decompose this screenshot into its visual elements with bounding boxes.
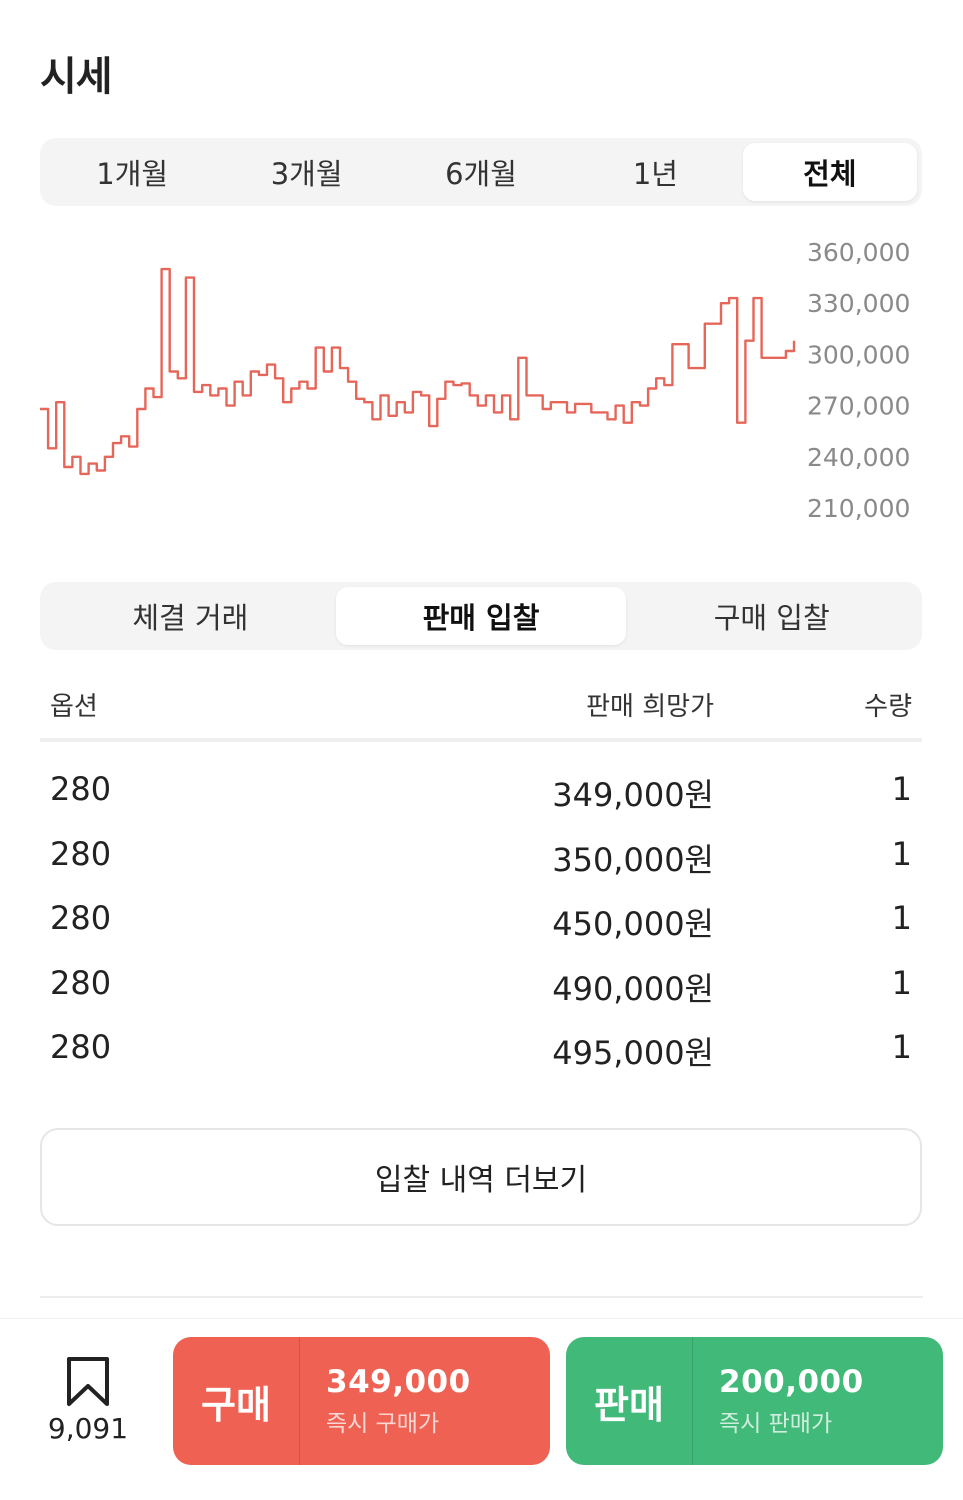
sell-label: 판매 xyxy=(594,1382,664,1427)
sell-sub-label: 즉시 판매가 xyxy=(719,1411,833,1437)
bid-table-rows: 280 349,000원 1 280 350,000원 1 280 450,00… xyxy=(40,758,922,1081)
page-title: 시세 xyxy=(40,54,113,100)
tab-all[interactable]: 전체 xyxy=(742,143,918,201)
table-row: 280 495,000원 1 xyxy=(40,1016,922,1081)
buy-price: 349,000 xyxy=(326,1364,471,1400)
sell-button[interactable]: 판매 200,000 즉시 판매가 xyxy=(566,1337,943,1465)
header-qty: 수량 xyxy=(864,692,912,722)
tab-buy-bids[interactable]: 구매 입찰 xyxy=(626,587,917,645)
buy-button[interactable]: 구매 349,000 즉시 구매가 xyxy=(173,1337,550,1465)
cell-price: 350,000원 xyxy=(552,840,714,879)
y-tick-label: 210,000 xyxy=(807,494,910,523)
tab-6-months[interactable]: 6개월 xyxy=(394,143,568,201)
header-divider xyxy=(40,738,922,742)
y-tick-label: 240,000 xyxy=(807,443,910,472)
bid-table-header: 옵션 판매 희망가 수량 xyxy=(40,680,922,740)
y-tick-label: 300,000 xyxy=(807,340,910,369)
bookmark-button[interactable]: 9,091 xyxy=(40,1352,136,1452)
tab-1-year[interactable]: 1년 xyxy=(568,143,742,201)
cell-option: 280 xyxy=(50,963,112,1002)
period-tabs: 1개월 3개월 6개월 1년 전체 xyxy=(40,138,922,206)
trade-type-tabs: 체결 거래 판매 입찰 구매 입찰 xyxy=(40,582,922,650)
y-tick-label: 360,000 xyxy=(807,238,910,267)
table-row: 280 450,000원 1 xyxy=(40,887,922,952)
cell-option: 280 xyxy=(50,1028,112,1066)
y-tick-label: 330,000 xyxy=(807,289,910,318)
cell-qty: 1 xyxy=(891,834,912,873)
cell-price: 490,000원 xyxy=(552,969,714,1008)
section-divider xyxy=(40,1296,923,1298)
more-bids-button[interactable]: 입찰 내역 더보기 xyxy=(40,1128,922,1226)
tab-completed-trades[interactable]: 체결 거래 xyxy=(45,587,336,645)
cell-qty: 1 xyxy=(891,1028,912,1066)
cell-option: 280 xyxy=(50,834,112,873)
buy-label: 구매 xyxy=(201,1382,271,1427)
cell-price: 349,000원 xyxy=(552,776,714,814)
bookmark-icon xyxy=(67,1357,109,1406)
cell-qty: 1 xyxy=(891,899,912,937)
header-price: 판매 희망가 xyxy=(586,692,714,722)
price-chart: 360,000 330,000 300,000 270,000 240,000 210,0… xyxy=(40,238,910,523)
y-axis-ticks: 360,000 330,000 300,000 270,000 240,000 210,0… xyxy=(807,238,910,523)
cell-option: 280 xyxy=(50,899,112,937)
price-line xyxy=(40,267,796,476)
cell-price: 495,000원 xyxy=(552,1034,714,1072)
cell-price: 450,000원 xyxy=(552,905,714,943)
tab-3-months[interactable]: 3개월 xyxy=(219,143,393,201)
buy-sub-label: 즉시 구매가 xyxy=(326,1411,440,1437)
bookmark-count: 9,091 xyxy=(47,1412,129,1445)
sell-price: 200,000 xyxy=(719,1364,864,1400)
table-row: 280 490,000원 1 xyxy=(40,952,922,1017)
cell-qty: 1 xyxy=(891,770,912,808)
y-tick-label: 270,000 xyxy=(807,392,910,421)
tab-1-month[interactable]: 1개월 xyxy=(45,143,219,201)
table-row: 280 350,000원 1 xyxy=(40,823,922,888)
price-series-line xyxy=(40,267,796,476)
cell-option: 280 xyxy=(50,770,112,808)
header-option: 옵션 xyxy=(50,692,98,722)
table-row: 280 349,000원 1 xyxy=(40,758,922,823)
tab-sell-bids[interactable]: 판매 입찰 xyxy=(335,587,627,645)
cell-qty: 1 xyxy=(891,963,912,1002)
